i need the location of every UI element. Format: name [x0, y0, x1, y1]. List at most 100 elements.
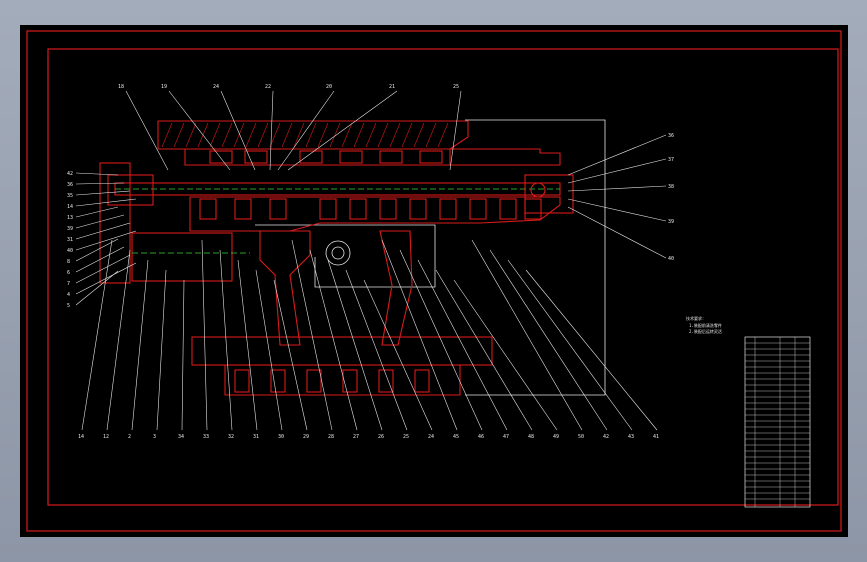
bom-border [744, 336, 811, 508]
right-label: 39 [668, 219, 674, 225]
technical-requirements: 技术要求： 1.装配前清洗零件 2.装配后运转灵活 [686, 315, 722, 334]
leader [287, 90, 398, 171]
top-label: 20 [326, 84, 332, 90]
bottom-label: 25 [403, 434, 409, 440]
base-pocket [306, 369, 322, 393]
right-label: 37 [668, 157, 674, 163]
carriage-upper [180, 148, 561, 166]
assembly-drawing: 18 19 24 22 20 21 2542363514133931408674536373… [26, 30, 842, 532]
top-label: 25 [453, 84, 459, 90]
cad-viewport[interactable]: 18 19 24 22 20 21 25 42 36 35 14 13 39 31 40 8 6 7 4 5 36 37 3… [0, 0, 867, 562]
beam-hatch [257, 122, 269, 148]
beam-hatch [413, 122, 425, 148]
pivot-circle-inner [331, 246, 345, 260]
left-label: 6 [67, 270, 70, 276]
frame-rib [199, 198, 217, 220]
top-label: 18 [118, 84, 124, 90]
beam-hatch [377, 122, 389, 148]
frame-rib [234, 198, 252, 220]
leader [507, 259, 633, 431]
frame-rib [524, 198, 542, 220]
leader [156, 269, 167, 431]
frame-rib [379, 198, 397, 220]
leader-lines [75, 90, 667, 431]
bottom-label: 14 [78, 434, 84, 440]
frame-rib [499, 198, 517, 220]
beam-hatch [173, 122, 185, 148]
leader [567, 198, 667, 222]
frame-rib [269, 198, 287, 220]
leader [269, 90, 274, 171]
leader [75, 254, 131, 284]
leader [567, 158, 667, 184]
left-column [259, 230, 311, 346]
carriage-pocket [299, 150, 323, 164]
leader [201, 239, 208, 431]
beam-hatch [389, 122, 401, 148]
bottom-label: 2 [128, 434, 131, 440]
leader [417, 259, 508, 431]
beam-hatch [245, 122, 257, 148]
left-label: 31 [67, 237, 73, 243]
beam-hatch [365, 122, 377, 148]
leader [75, 230, 137, 251]
left-label: 40 [67, 248, 73, 254]
leader [255, 269, 283, 431]
leader [363, 279, 433, 431]
beam-hatch [401, 122, 413, 148]
leader [489, 249, 608, 431]
carriage-pocket [244, 150, 268, 164]
bottom-label: 12 [103, 434, 109, 440]
inner-outline [255, 224, 436, 288]
carriage-pocket [379, 150, 403, 164]
top-label: 24 [213, 84, 219, 90]
frame-rib [409, 198, 427, 220]
bottom-label: 50 [578, 434, 584, 440]
beam-hatch [161, 122, 173, 148]
leader [75, 222, 131, 240]
note-line-1: 1.装配前清洗零件 [689, 322, 722, 328]
leader [471, 239, 583, 431]
base-pocket [270, 369, 286, 393]
beam-hatch [437, 122, 449, 148]
carriage-pocket [209, 150, 233, 164]
bottom-label: 34 [178, 434, 184, 440]
beam-hatch [305, 122, 317, 148]
leader [75, 206, 119, 218]
bottom-label: 28 [328, 434, 334, 440]
base-pocket [414, 369, 430, 393]
top-label: 19 [161, 84, 167, 90]
carriage-pocket [339, 150, 363, 164]
left-label: 35 [67, 193, 73, 199]
left-label: 5 [67, 303, 70, 309]
bottom-label: 29 [303, 434, 309, 440]
leader [181, 279, 185, 431]
frame-rib [439, 198, 457, 220]
frame-rib [469, 198, 487, 220]
left-label: 13 [67, 215, 73, 221]
leader [220, 90, 256, 171]
leader [168, 90, 231, 171]
left-label: 7 [67, 281, 70, 287]
leader [75, 172, 119, 176]
leader [75, 270, 119, 306]
beam-hatch [353, 122, 365, 148]
top-beam [157, 120, 469, 150]
bottom-label: 43 [628, 434, 634, 440]
bottom-label: 48 [528, 434, 534, 440]
leader [567, 185, 667, 192]
lower-frame [189, 196, 561, 232]
bottom-label: 31 [253, 434, 259, 440]
left-label: 8 [67, 259, 70, 265]
bottom-label: 3 [153, 434, 156, 440]
inner-frame [47, 48, 839, 506]
beam-hatch [185, 122, 197, 148]
bottom-label: 41 [653, 434, 659, 440]
carriage-pocket [419, 150, 443, 164]
left-label: 36 [67, 182, 73, 188]
bottom-label: 33 [203, 434, 209, 440]
leader [75, 190, 131, 196]
bottom-label: 26 [378, 434, 384, 440]
bottom-label: 27 [353, 434, 359, 440]
right-column [379, 230, 413, 346]
